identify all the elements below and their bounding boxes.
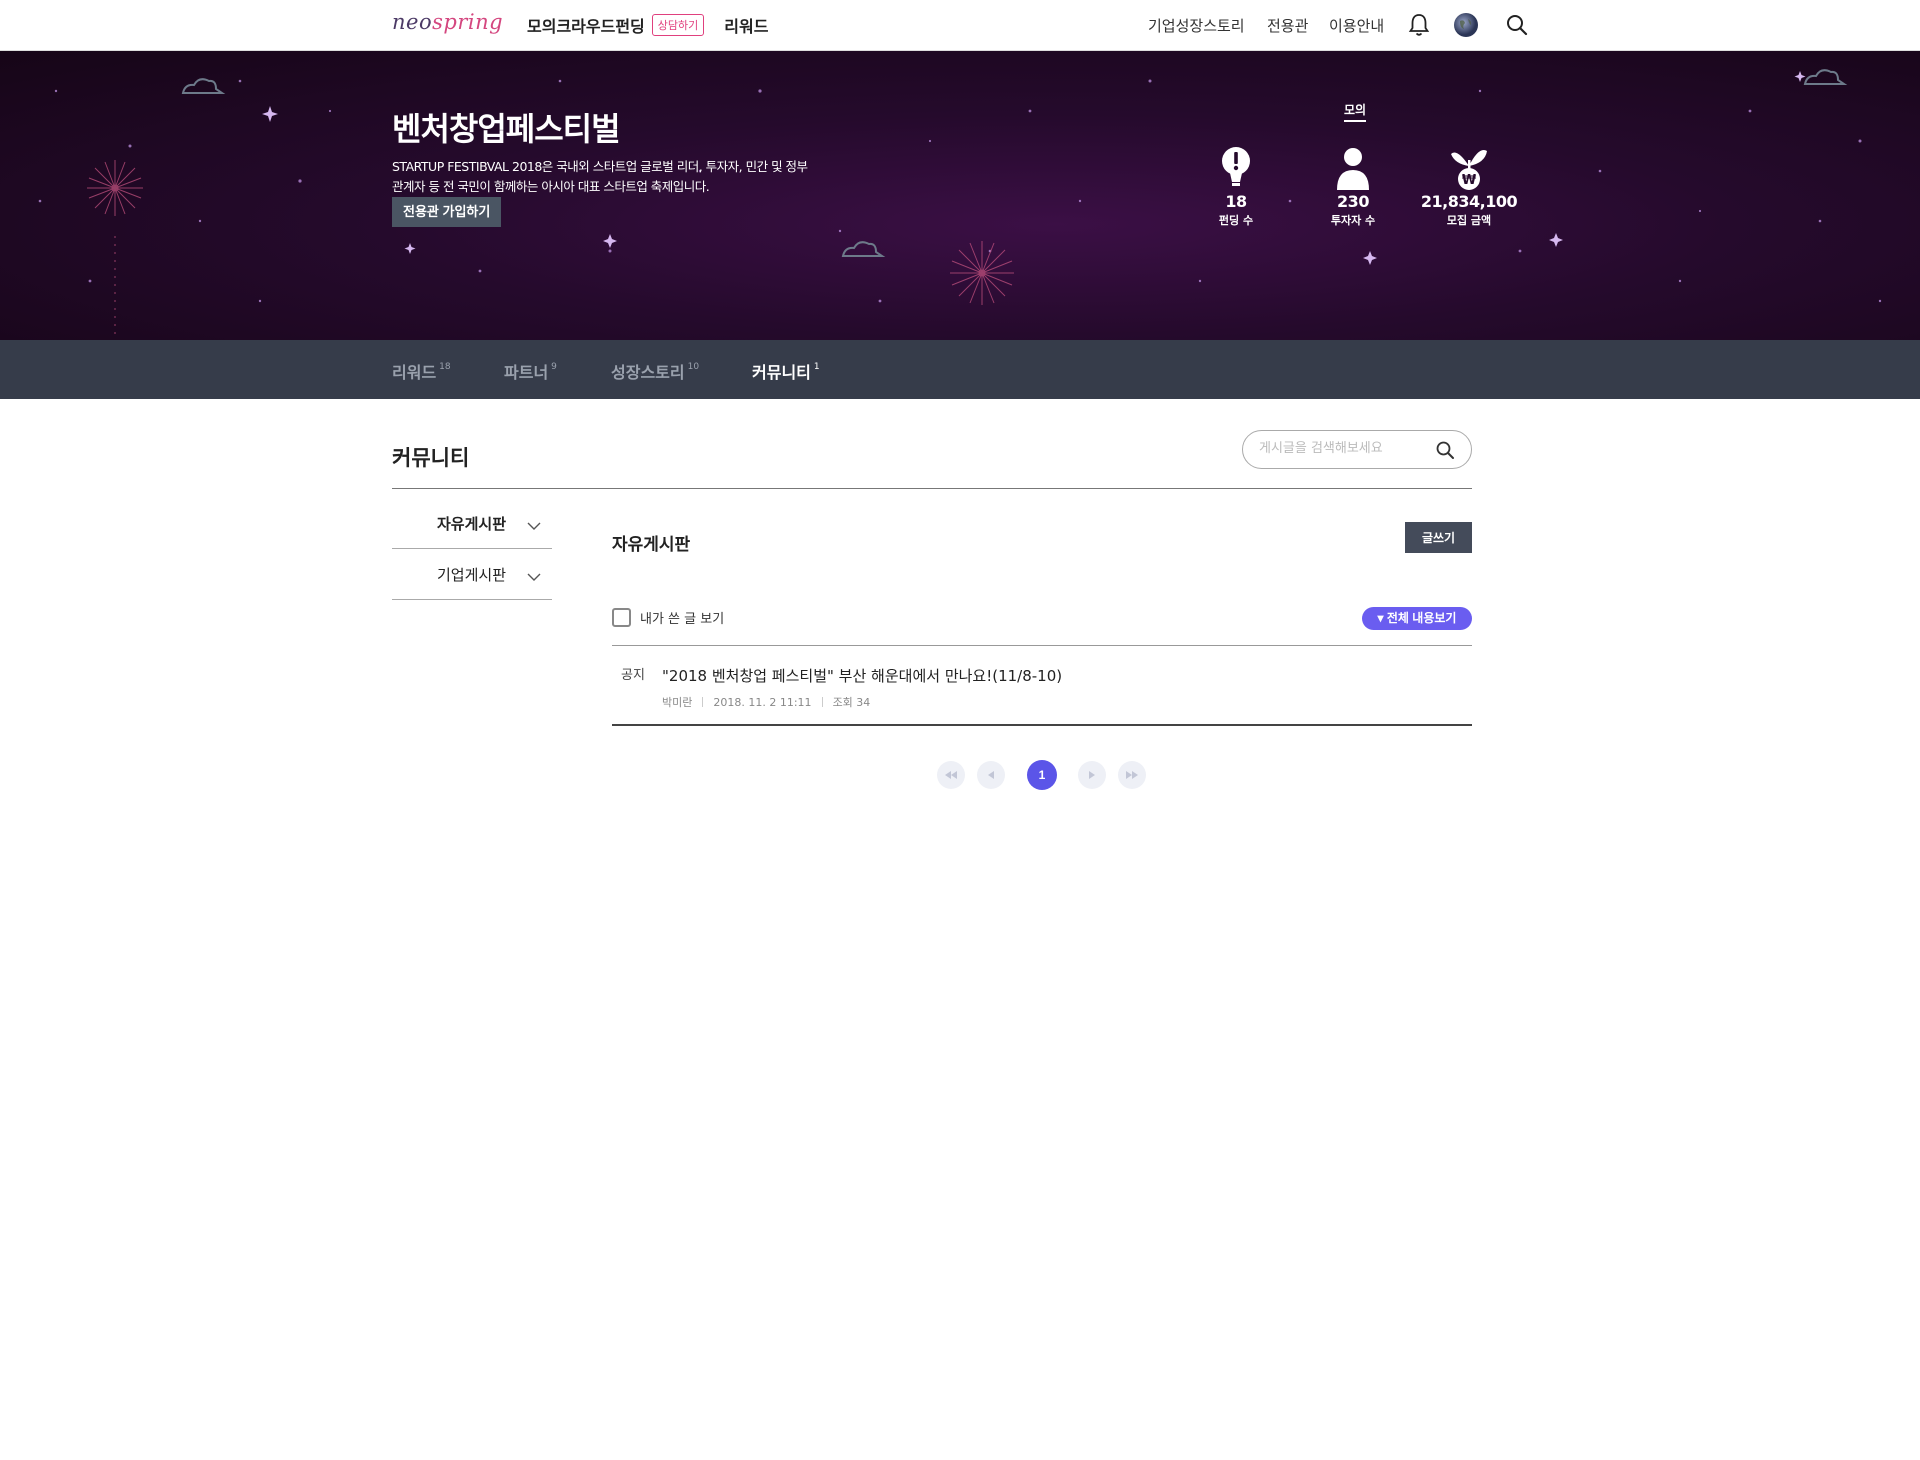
tab-community[interactable]: 커뮤니티 1 xyxy=(752,359,820,383)
tab-label: 커뮤니티 xyxy=(752,363,811,382)
stat-value: 230 xyxy=(1337,192,1369,211)
search-icon[interactable] xyxy=(1435,440,1455,464)
list-item[interactable]: 공지 "2018 벤처창업 페스티벌" 부산 해운대에서 만나요!(11/8-1… xyxy=(612,646,1472,726)
page-number-current[interactable]: 1 xyxy=(1027,760,1057,790)
section-tabs: 리워드 18 파트너 9 성장스토리 10 커뮤니티 1 xyxy=(0,340,1920,399)
nav-crowdfunding[interactable]: 모의크라우드펀딩 xyxy=(527,13,645,37)
board-search xyxy=(1242,430,1472,469)
stat-label: 투자자 수 xyxy=(1330,214,1376,227)
pagination: 1 xyxy=(0,760,1920,791)
search-icon[interactable] xyxy=(1504,12,1530,38)
notice-tag: 공지 xyxy=(621,668,645,683)
board-sidebar: 자유게시판 기업게시판 xyxy=(392,498,552,600)
hero-title: 벤처창업페스티벌 xyxy=(392,110,621,148)
chevron-down-icon xyxy=(527,516,541,535)
tab-label: 파트너 xyxy=(504,363,549,382)
nav-reward[interactable]: 리워드 xyxy=(724,13,768,37)
tab-count: 9 xyxy=(551,362,557,372)
first-page-button[interactable] xyxy=(937,761,965,789)
hero-banner: 벤처창업페스티벌 STARTUP FESTIBVAL 2018은 국내외 스타트… xyxy=(0,51,1920,340)
last-page-button[interactable] xyxy=(1118,761,1146,789)
stat-label: 모집 금액 xyxy=(1446,214,1492,227)
tab-label: 성장스토리 xyxy=(611,363,685,382)
consult-badge[interactable]: 상담하기 xyxy=(651,14,705,36)
tab-reward[interactable]: 리워드 18 xyxy=(392,359,451,383)
search-input[interactable] xyxy=(1259,441,1429,456)
next-page-button[interactable] xyxy=(1078,761,1106,789)
hero-description: STARTUP FESTIBVAL 2018은 국내외 스타트업 글로벌 리더,… xyxy=(392,157,822,197)
logo-text-neo: neo xyxy=(392,10,433,34)
prev-page-button[interactable] xyxy=(977,761,1005,789)
double-right-arrow-icon xyxy=(1126,771,1138,779)
stat-value: 18 xyxy=(1225,192,1247,211)
money-sprout-icon: ₩ xyxy=(1451,150,1487,190)
tab-label: 리워드 xyxy=(392,363,437,382)
stat-funding-count: 18 펀딩 수 xyxy=(1181,146,1291,228)
sidebar-item-company-board[interactable]: 기업게시판 xyxy=(392,549,552,600)
post-author: 박미란 xyxy=(662,696,693,709)
sidebar-item-label: 자유게시판 xyxy=(437,515,507,533)
globe-avatar-icon[interactable] xyxy=(1453,12,1479,38)
tab-count: 1 xyxy=(813,362,820,372)
stat-value: 21,834,100 xyxy=(1420,192,1518,211)
bell-icon[interactable] xyxy=(1406,12,1432,38)
global-nav-bar: neospring 모의크라우드펀딩 상담하기 리워드 기업성장스토리 전용관 … xyxy=(0,0,1920,51)
write-post-button[interactable]: 글쓰기 xyxy=(1405,522,1472,553)
svg-text:₩: ₩ xyxy=(1462,173,1477,188)
chevron-down-icon xyxy=(527,567,541,586)
view-all-content-button[interactable]: ▾ 전체 내용보기 xyxy=(1362,607,1472,630)
double-left-arrow-icon xyxy=(945,771,957,779)
nav-guide[interactable]: 이용안내 xyxy=(1329,15,1384,36)
tab-count: 10 xyxy=(687,362,700,372)
tab-partner[interactable]: 파트너 9 xyxy=(504,359,557,383)
neospring-logo[interactable]: neospring xyxy=(392,10,503,34)
nav-growth-story[interactable]: 기업성장스토리 xyxy=(1148,15,1245,36)
stat-investor-count: 230 투자자 수 xyxy=(1298,146,1408,228)
stats-title: 모의 xyxy=(1344,101,1367,122)
page-title: 커뮤니티 xyxy=(392,446,470,470)
gnb-primary-menu: 모의크라우드펀딩 상담하기 리워드 xyxy=(527,13,768,37)
title-divider xyxy=(392,488,1472,489)
my-posts-filter: 내가 쓴 글 보기 xyxy=(612,608,724,627)
my-posts-label[interactable]: 내가 쓴 글 보기 xyxy=(640,608,724,627)
post-date: 2018. 11. 2 11:11 xyxy=(713,695,812,709)
logo-text-spring: spring xyxy=(432,10,504,34)
tab-growth-story[interactable]: 성장스토리 10 xyxy=(611,359,699,383)
post-title[interactable]: "2018 벤처창업 페스티벌" 부산 해운대에서 만나요!(11/8-10) xyxy=(662,665,1062,686)
meta-divider xyxy=(821,697,823,707)
stat-label: 펀딩 수 xyxy=(1218,214,1254,227)
tab-count: 18 xyxy=(439,362,451,372)
post-meta: 박미란 2018. 11. 2 11:11 조회 34 xyxy=(662,694,870,710)
hero-description-line-1: STARTUP FESTIBVAL 2018은 국내외 스타트업 글로벌 리더,… xyxy=(392,159,808,174)
nav-exclusive[interactable]: 전용관 xyxy=(1267,15,1308,36)
hero-description-line-2: 관계자 등 전 국민이 함께하는 아시아 대표 스타트업 축제입니다. xyxy=(392,179,710,194)
left-arrow-icon xyxy=(988,771,994,779)
my-posts-checkbox[interactable] xyxy=(612,608,631,627)
post-views: 조회 34 xyxy=(832,696,871,709)
meta-divider xyxy=(702,697,704,707)
person-icon xyxy=(1337,148,1369,190)
join-exclusive-button[interactable]: 전용관 가입하기 xyxy=(392,197,502,227)
stat-raised-amount: ₩ 21,834,100 모집 금액 xyxy=(1414,146,1524,228)
bulb-icon xyxy=(1222,147,1250,186)
starfield-decoration xyxy=(38,69,1882,340)
right-arrow-icon xyxy=(1089,771,1095,779)
sidebar-item-free-board[interactable]: 자유게시판 xyxy=(392,498,552,549)
sidebar-item-label: 기업게시판 xyxy=(437,566,507,584)
board-title: 자유게시판 xyxy=(612,535,691,555)
